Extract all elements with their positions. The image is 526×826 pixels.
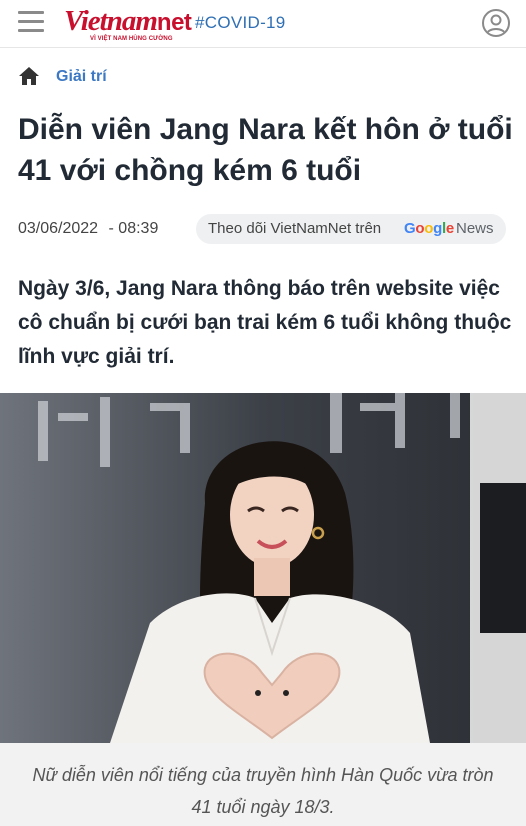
photo-caption-text: Nữ diễn viên nổi tiếng của truyền hình H… [32, 765, 494, 817]
hamburger-menu-icon[interactable] [18, 11, 46, 35]
breadcrumb-category-link[interactable]: Giải trí [56, 68, 107, 86]
user-account-icon[interactable] [482, 9, 510, 37]
top-bar: Vietnamnet VÌ VIỆT NAM HÙNG CƯỜNG #COVID… [0, 0, 526, 48]
publish-date: 03/06/2022 [18, 220, 99, 237]
google-news-label: News [456, 220, 494, 237]
follow-label: Theo dõi VietNamNet trên [208, 220, 382, 237]
article-photo[interactable] [0, 393, 526, 743]
site-logo[interactable]: Vietnamnet VÌ VIỆT NAM HÙNG CƯỜNG [64, 4, 192, 44]
publish-time: - 08:39 [108, 220, 159, 237]
article-date: 03/06/2022 - 08:39 [18, 220, 158, 238]
hashtag-covid-link[interactable]: #COVID-19 [195, 13, 286, 33]
google-logo: Google [404, 220, 454, 237]
article-sapo: Ngày 3/6, Jang Nara thông báo trên websi… [18, 277, 512, 368]
photo-caption: Nữ diễn viên nổi tiếng của truyền hình H… [0, 743, 526, 826]
home-icon[interactable] [18, 66, 40, 86]
follow-google-news-button[interactable]: Theo dõi VietNamNet trên Google News [196, 214, 506, 244]
article-title: Diễn viên Jang Nara kết hôn ở tuổi 41 vớ… [18, 113, 513, 187]
logo-wordmark: Vietnamnet [64, 5, 192, 37]
logo-tagline: VÌ VIỆT NAM HÙNG CƯỜNG [90, 36, 173, 42]
